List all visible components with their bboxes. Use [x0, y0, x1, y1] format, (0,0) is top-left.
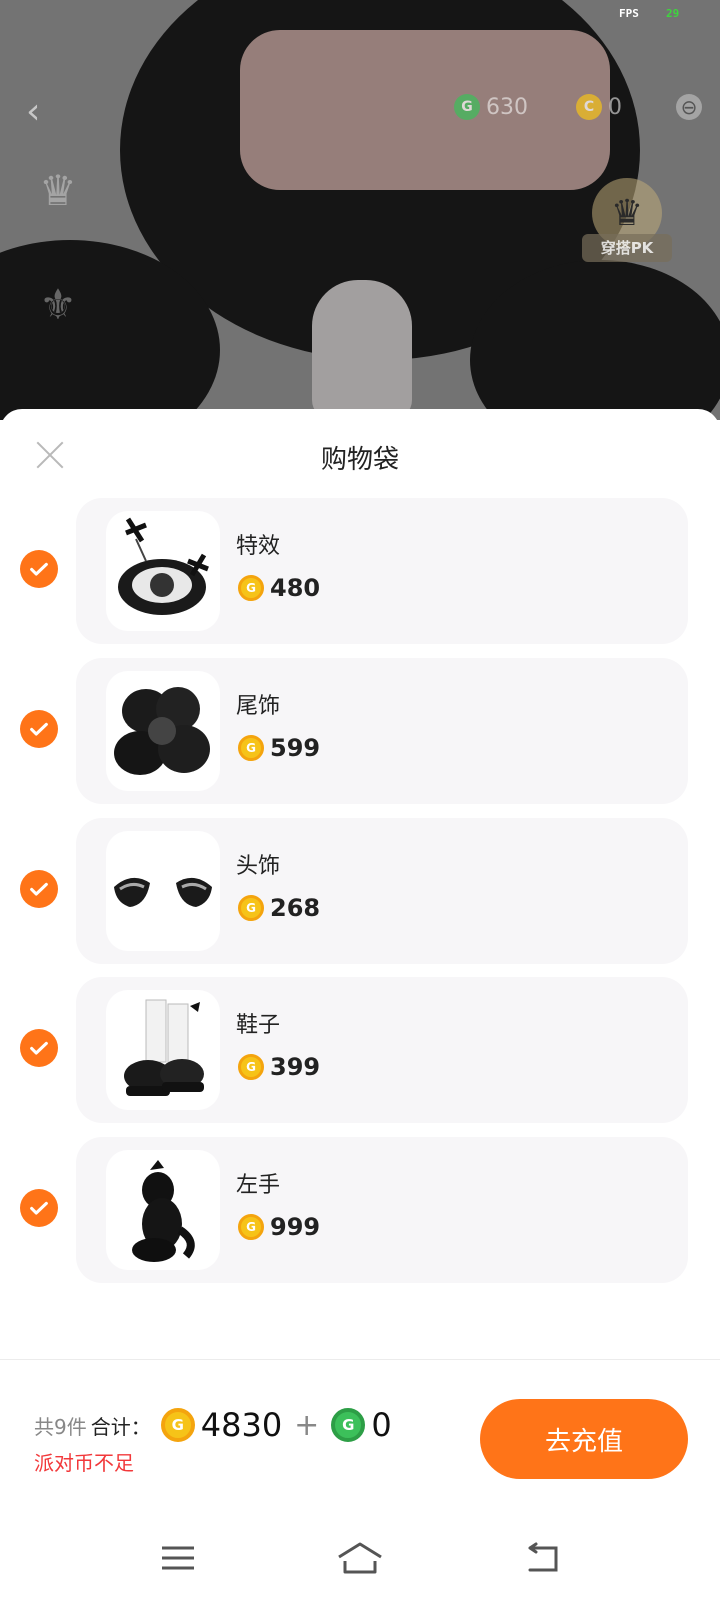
footer-divider	[0, 1359, 720, 1360]
checkbox-checked-icon[interactable]	[20, 1189, 58, 1227]
pk-badge-label: 穿搭PK	[582, 234, 672, 262]
list-item: 左手 G 999	[0, 1137, 720, 1283]
item-thumbnail-headwear	[106, 831, 220, 951]
plus-sign: +	[294, 1407, 320, 1443]
gold-coin-icon: G	[160, 1408, 195, 1442]
fps-label: FPS	[619, 7, 639, 20]
item-count: 共9件	[34, 1414, 87, 1439]
home-icon[interactable]	[330, 1538, 390, 1578]
list-item: 头饰 G 268	[0, 818, 720, 964]
wardrobe-icon[interactable]: ♛	[28, 166, 88, 236]
item-card[interactable]: 左手 G 999	[76, 1137, 688, 1283]
item-card[interactable]: 头饰 G 268	[76, 818, 688, 964]
item-name: 头饰	[236, 854, 281, 879]
green-coin-icon: G	[331, 1408, 366, 1442]
checkbox-checked-icon[interactable]	[20, 550, 58, 588]
gold-coin-icon: G	[238, 895, 264, 921]
checkbox-checked-icon[interactable]	[20, 1029, 58, 1067]
sheet-title: 购物袋	[320, 445, 399, 475]
item-price-value: 599	[270, 734, 321, 762]
item-price-value: 480	[270, 574, 321, 602]
item-name: 尾饰	[236, 694, 281, 719]
g-coin-balance: G 630	[454, 92, 528, 122]
gold-coin-icon: G	[238, 1054, 264, 1080]
item-price: G 399	[238, 1053, 320, 1081]
item-thumbnail-effect	[106, 511, 220, 631]
gold-coin-icon: G	[238, 575, 264, 601]
item-name: 鞋子	[236, 1013, 281, 1038]
item-name: 特效	[236, 534, 281, 559]
gold-coin-icon: G	[238, 735, 264, 761]
item-thumbnail-shoes	[106, 990, 220, 1110]
fps-value: 29	[666, 7, 680, 20]
insufficient-coins-warning: 派对币不足	[34, 1451, 134, 1475]
system-nav-bar	[0, 1522, 720, 1600]
chevron-left-icon[interactable]: ‹	[26, 92, 52, 132]
back-icon[interactable]	[512, 1538, 572, 1578]
menu-icon[interactable]	[148, 1538, 208, 1578]
item-thumbnail-left-hand	[106, 1150, 220, 1270]
g-coin-value: 630	[486, 94, 528, 120]
g-coin-icon: G	[454, 94, 480, 120]
item-price: G 999	[238, 1213, 320, 1241]
pk-badge[interactable]: ♛ 穿搭PK	[582, 178, 672, 268]
list-item: 鞋子 G 399	[0, 977, 720, 1123]
item-price: G 268	[238, 894, 320, 922]
recharge-button[interactable]: 去充值	[480, 1399, 688, 1479]
list-item: 尾饰 G 599	[0, 658, 720, 804]
item-card[interactable]: 尾饰 G 599	[76, 658, 688, 804]
list-item: 特效 G 480	[0, 498, 720, 644]
green-total: 0	[371, 1406, 392, 1444]
sum-label: 合计：	[90, 1414, 151, 1439]
add-currency-icon[interactable]: ⊖	[676, 94, 702, 120]
item-price: G 599	[238, 734, 320, 762]
c-coin-value: 0	[608, 94, 622, 120]
c-coin-balance: C 0	[576, 92, 622, 122]
item-price-value: 999	[270, 1213, 321, 1241]
gold-coin-icon: G	[238, 1214, 264, 1240]
c-coin-icon: C	[576, 94, 602, 120]
item-name: 左手	[236, 1173, 281, 1198]
order-total: 共9件 合计： G 4830 + G 0	[34, 1406, 392, 1444]
rank-icon[interactable]: ⚜	[28, 280, 88, 350]
checkbox-checked-icon[interactable]	[20, 870, 58, 908]
item-thumbnail-tail	[106, 671, 220, 791]
gold-total: 4830	[200, 1406, 283, 1444]
checkbox-checked-icon[interactable]	[20, 710, 58, 748]
item-card[interactable]: 鞋子 G 399	[76, 977, 688, 1123]
item-price: G 480	[238, 574, 320, 602]
item-price-value: 268	[270, 894, 321, 922]
item-price-value: 399	[270, 1053, 321, 1081]
item-card[interactable]: 特效 G 480	[76, 498, 688, 644]
